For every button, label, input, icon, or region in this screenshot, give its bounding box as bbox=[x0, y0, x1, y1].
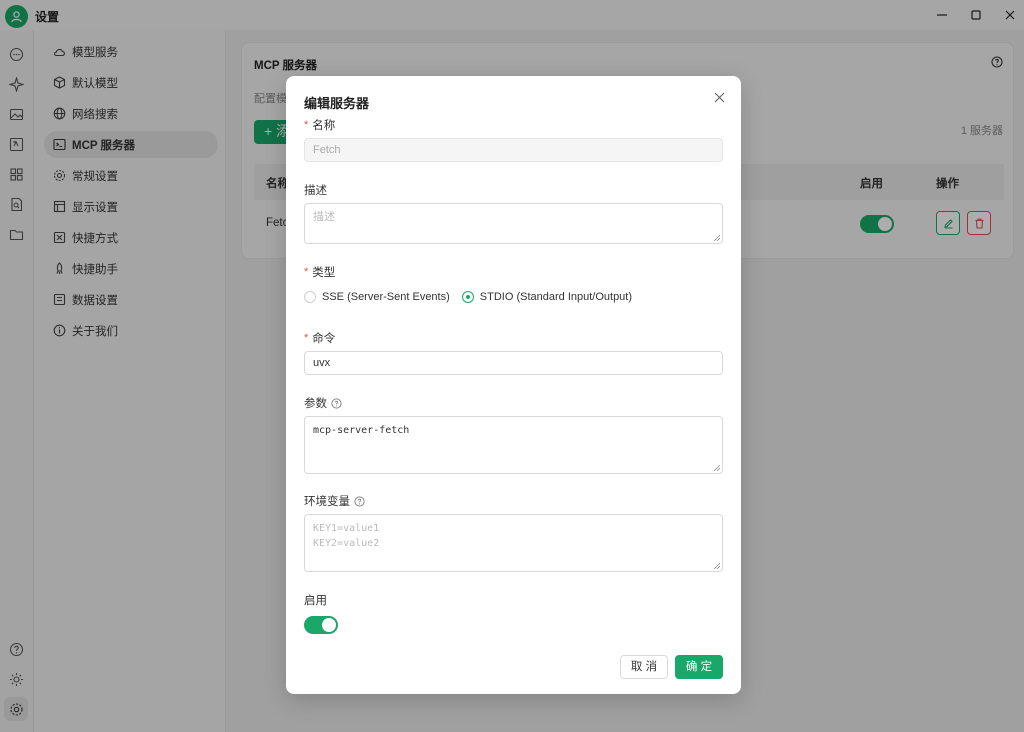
required-mark: * bbox=[304, 119, 309, 131]
command-field[interactable]: uvx bbox=[304, 351, 723, 375]
edit-server-dialog: 编辑服务器 * 名称 Fetch 描述 描述 * 类型 SSE (Server-… bbox=[286, 76, 741, 694]
required-mark: * bbox=[304, 266, 309, 278]
description-label: 描述 bbox=[304, 182, 327, 198]
dialog-close-button[interactable] bbox=[711, 89, 727, 105]
resize-handle-icon[interactable] bbox=[714, 563, 720, 569]
help-icon bbox=[354, 495, 365, 507]
type-option-label: STDIO (Standard Input/Output) bbox=[479, 291, 633, 303]
enable-label: 启用 bbox=[304, 592, 327, 608]
cancel-button[interactable]: 取 消 bbox=[620, 655, 668, 679]
radio-button-checked[interactable] bbox=[461, 291, 474, 303]
required-mark: * bbox=[304, 332, 309, 344]
type-option-sse[interactable]: SSE (Server-Sent Events) bbox=[304, 291, 450, 303]
env-placeholder-line: KEY1=value1 bbox=[313, 523, 380, 534]
resize-handle-icon[interactable] bbox=[714, 235, 720, 241]
enable-toggle[interactable] bbox=[304, 616, 338, 634]
name-label-text: 名称 bbox=[312, 120, 336, 132]
command-label: * 命令 bbox=[304, 330, 335, 346]
env-label-text: 环境变量 bbox=[304, 496, 350, 508]
type-label-text: 类型 bbox=[312, 267, 336, 279]
type-option-stdio[interactable]: STDIO (Standard Input/Output) bbox=[461, 291, 633, 303]
name-field[interactable]: Fetch bbox=[304, 138, 723, 162]
description-placeholder: 描述 bbox=[313, 211, 335, 223]
command-label-text: 命令 bbox=[312, 333, 336, 345]
enable-label-text: 启用 bbox=[304, 595, 327, 607]
dialog-title: 编辑服务器 bbox=[304, 96, 370, 111]
args-help-button[interactable] bbox=[331, 397, 342, 409]
name-label: * 名称 bbox=[304, 117, 335, 133]
command-value: uvx bbox=[313, 357, 331, 369]
confirm-button[interactable]: 确 定 bbox=[675, 655, 723, 679]
type-label: * 类型 bbox=[304, 264, 335, 280]
args-value: mcp-server-fetch bbox=[313, 425, 410, 436]
help-icon bbox=[331, 397, 342, 409]
name-value: Fetch bbox=[313, 144, 341, 156]
type-radio-group: SSE (Server-Sent Events) STDIO (Standard… bbox=[304, 291, 644, 303]
description-label-text: 描述 bbox=[304, 185, 327, 197]
radio-button[interactable] bbox=[304, 291, 316, 303]
env-field[interactable]: KEY1=value1 KEY2=value2 bbox=[304, 514, 723, 572]
env-help-button[interactable] bbox=[354, 495, 365, 507]
resize-handle-icon[interactable] bbox=[714, 465, 720, 471]
type-option-label: SSE (Server-Sent Events) bbox=[322, 291, 450, 303]
args-label: 参数 bbox=[304, 395, 342, 411]
env-label: 环境变量 bbox=[304, 493, 365, 509]
close-icon bbox=[714, 92, 724, 102]
description-field[interactable]: 描述 bbox=[304, 203, 723, 244]
args-field[interactable]: mcp-server-fetch bbox=[304, 416, 723, 474]
args-label-text: 参数 bbox=[304, 398, 327, 410]
env-placeholder-line: KEY2=value2 bbox=[313, 538, 380, 549]
